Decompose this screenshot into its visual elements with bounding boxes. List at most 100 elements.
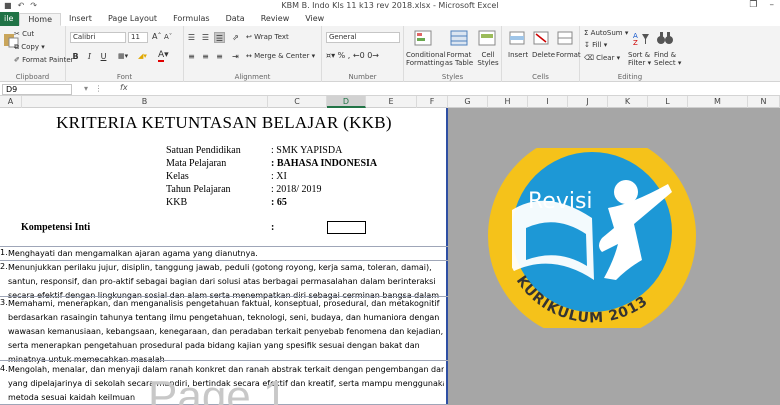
- kompetensi-inti-colon: :: [271, 222, 275, 233]
- tab-view[interactable]: View: [297, 13, 332, 26]
- wrap-text-button[interactable]: ↩ Wrap Text: [246, 33, 289, 41]
- merge-center-button[interactable]: ↔ Merge & Center ▾: [246, 52, 315, 60]
- tab-file[interactable]: ile: [0, 12, 20, 26]
- item-number-3: 3.: [0, 298, 8, 307]
- orientation-icon[interactable]: ⇗: [230, 32, 241, 43]
- conditional-label-2: Formatting: [406, 59, 445, 67]
- column-header-b[interactable]: B: [22, 96, 268, 108]
- info-label-school: Satuan Pendidikan: [166, 145, 241, 156]
- bold-button[interactable]: B: [70, 51, 81, 62]
- find-label: Find &: [654, 51, 677, 59]
- grow-font-button[interactable]: Aˆ: [152, 32, 161, 41]
- italic-button[interactable]: I: [84, 51, 95, 62]
- item-3-line-2: berdasarkan rasaingin tahunya tentang il…: [8, 313, 440, 322]
- info-value-class: : XI: [271, 171, 287, 182]
- tab-formulas[interactable]: Formulas: [165, 13, 218, 26]
- window-controls: ❐ –: [749, 0, 774, 10]
- item-number-4: 4.: [0, 364, 8, 373]
- info-value-kkb: : 65: [271, 197, 287, 208]
- number-group-label: Number: [348, 73, 377, 81]
- number-format-select[interactable]: General: [326, 32, 400, 43]
- styles-group: Conditional Formatting Format as Table Cel…: [404, 26, 502, 82]
- column-header-k[interactable]: K: [608, 96, 648, 108]
- editing-group: Σ AutoSum ▾ ↧ Fill ▾ ⌫ Clear ▾ AZ Sort &…: [580, 26, 681, 82]
- table-label-2: as Table: [444, 59, 474, 67]
- tab-review[interactable]: Review: [253, 13, 298, 26]
- info-label-class: Kelas: [166, 171, 189, 182]
- shrink-font-label: A: [164, 33, 169, 41]
- conditional-formatting-button[interactable]: Conditional Formatting: [406, 51, 446, 67]
- name-box[interactable]: D9: [2, 84, 72, 95]
- sort-label-2: Filter: [628, 59, 646, 67]
- format-cells-button[interactable]: Format: [556, 51, 581, 59]
- column-header-f[interactable]: F: [417, 96, 448, 108]
- find-select-button[interactable]: Find & Select ▾: [654, 51, 681, 67]
- kompetensi-inti-label: Kompetensi Inti: [21, 222, 91, 233]
- font-color-icon[interactable]: A▾: [158, 50, 169, 62]
- borders-icon[interactable]: ▦▾: [118, 52, 128, 60]
- column-header-l[interactable]: L: [648, 96, 688, 108]
- align-right-icon[interactable]: ≡: [214, 51, 225, 62]
- indent-icon[interactable]: ⇥: [230, 51, 241, 62]
- align-top-icon[interactable]: ☰: [186, 32, 197, 43]
- binoculars-icon[interactable]: [656, 30, 674, 46]
- format-as-table-button[interactable]: Format as Table: [444, 51, 474, 67]
- tab-insert[interactable]: Insert: [61, 13, 100, 26]
- column-header-a[interactable]: A: [0, 96, 22, 108]
- cell-styles-button[interactable]: Cell Styles: [476, 51, 500, 67]
- underline-button[interactable]: U: [98, 51, 109, 62]
- column-header-n[interactable]: N: [748, 96, 780, 108]
- tab-home[interactable]: Home: [19, 13, 61, 26]
- wrap-text-label: Wrap Text: [254, 33, 289, 41]
- restore-icon[interactable]: ❐: [749, 0, 757, 10]
- sort-filter-icon[interactable]: AZ: [632, 30, 650, 46]
- worksheet-page[interactable]: KRITERIA KETUNTASAN BELAJAR (KKB) Satuan…: [0, 108, 448, 405]
- delete-cells-icon[interactable]: [532, 30, 550, 46]
- delete-cells-button[interactable]: Delete: [532, 51, 555, 59]
- clear-button[interactable]: ⌫ Clear ▾: [584, 54, 620, 62]
- cell-styles-icon[interactable]: [478, 30, 496, 46]
- column-header-e[interactable]: E: [366, 96, 417, 108]
- title-bar: ■ ↶ ↷ KBM B. Indo Kls 11 k13 rev 2018.xl…: [0, 0, 780, 12]
- item-number-2: 2.: [0, 262, 8, 271]
- align-center-icon[interactable]: ≡: [200, 51, 211, 62]
- formula-input[interactable]: [134, 84, 774, 95]
- sort-label: Sort &: [628, 51, 651, 59]
- window-title: KBM B. Indo Kls 11 k13 rev 2018.xlsx - M…: [281, 1, 499, 10]
- column-header-d[interactable]: D: [327, 96, 366, 108]
- font-size-select[interactable]: 11: [128, 32, 148, 43]
- column-header-i[interactable]: I: [528, 96, 568, 108]
- tab-data[interactable]: Data: [218, 13, 253, 26]
- conditional-formatting-icon[interactable]: [414, 30, 432, 46]
- align-middle-icon[interactable]: ☰: [200, 32, 211, 43]
- copy-button[interactable]: ⧉ Copy ▾: [14, 43, 45, 52]
- align-left-icon[interactable]: ≡: [186, 51, 197, 62]
- sort-filter-button[interactable]: Sort & Filter ▾: [628, 51, 651, 67]
- active-cell-d9[interactable]: [327, 221, 366, 234]
- column-header-j[interactable]: J: [568, 96, 608, 108]
- svg-text:Z: Z: [633, 39, 638, 46]
- column-header-g[interactable]: G: [448, 96, 488, 108]
- autosum-button[interactable]: Σ AutoSum ▾: [584, 29, 628, 37]
- font-name-select[interactable]: Calibri: [70, 32, 126, 43]
- insert-cells-icon[interactable]: [508, 30, 526, 46]
- fill-color-icon[interactable]: ◢▾: [138, 52, 147, 60]
- autosum-label: AutoSum: [590, 29, 623, 37]
- column-header-c[interactable]: C: [268, 96, 327, 108]
- fx-icon[interactable]: fx: [120, 83, 128, 92]
- item-number-1: 1.: [0, 248, 8, 257]
- format-painter-button[interactable]: ✐ Format Painter: [14, 56, 74, 64]
- shrink-font-button[interactable]: Aˇ: [164, 33, 172, 41]
- info-value-year: : 2018/ 2019: [271, 184, 322, 195]
- column-header-m[interactable]: M: [688, 96, 748, 108]
- minimize-icon[interactable]: –: [770, 0, 775, 10]
- column-header-h[interactable]: H: [488, 96, 528, 108]
- align-bottom-icon[interactable]: ☰: [214, 32, 225, 43]
- currency-icon[interactable]: ¤▾ % , ←0 0→: [326, 51, 379, 60]
- tab-page-layout[interactable]: Page Layout: [100, 13, 165, 26]
- cut-button[interactable]: ✂ Cut: [14, 30, 34, 38]
- fill-button[interactable]: ↧ Fill ▾: [584, 41, 607, 49]
- format-table-icon[interactable]: [450, 30, 468, 46]
- insert-cells-button[interactable]: Insert: [508, 51, 528, 59]
- format-cells-icon[interactable]: [556, 30, 574, 46]
